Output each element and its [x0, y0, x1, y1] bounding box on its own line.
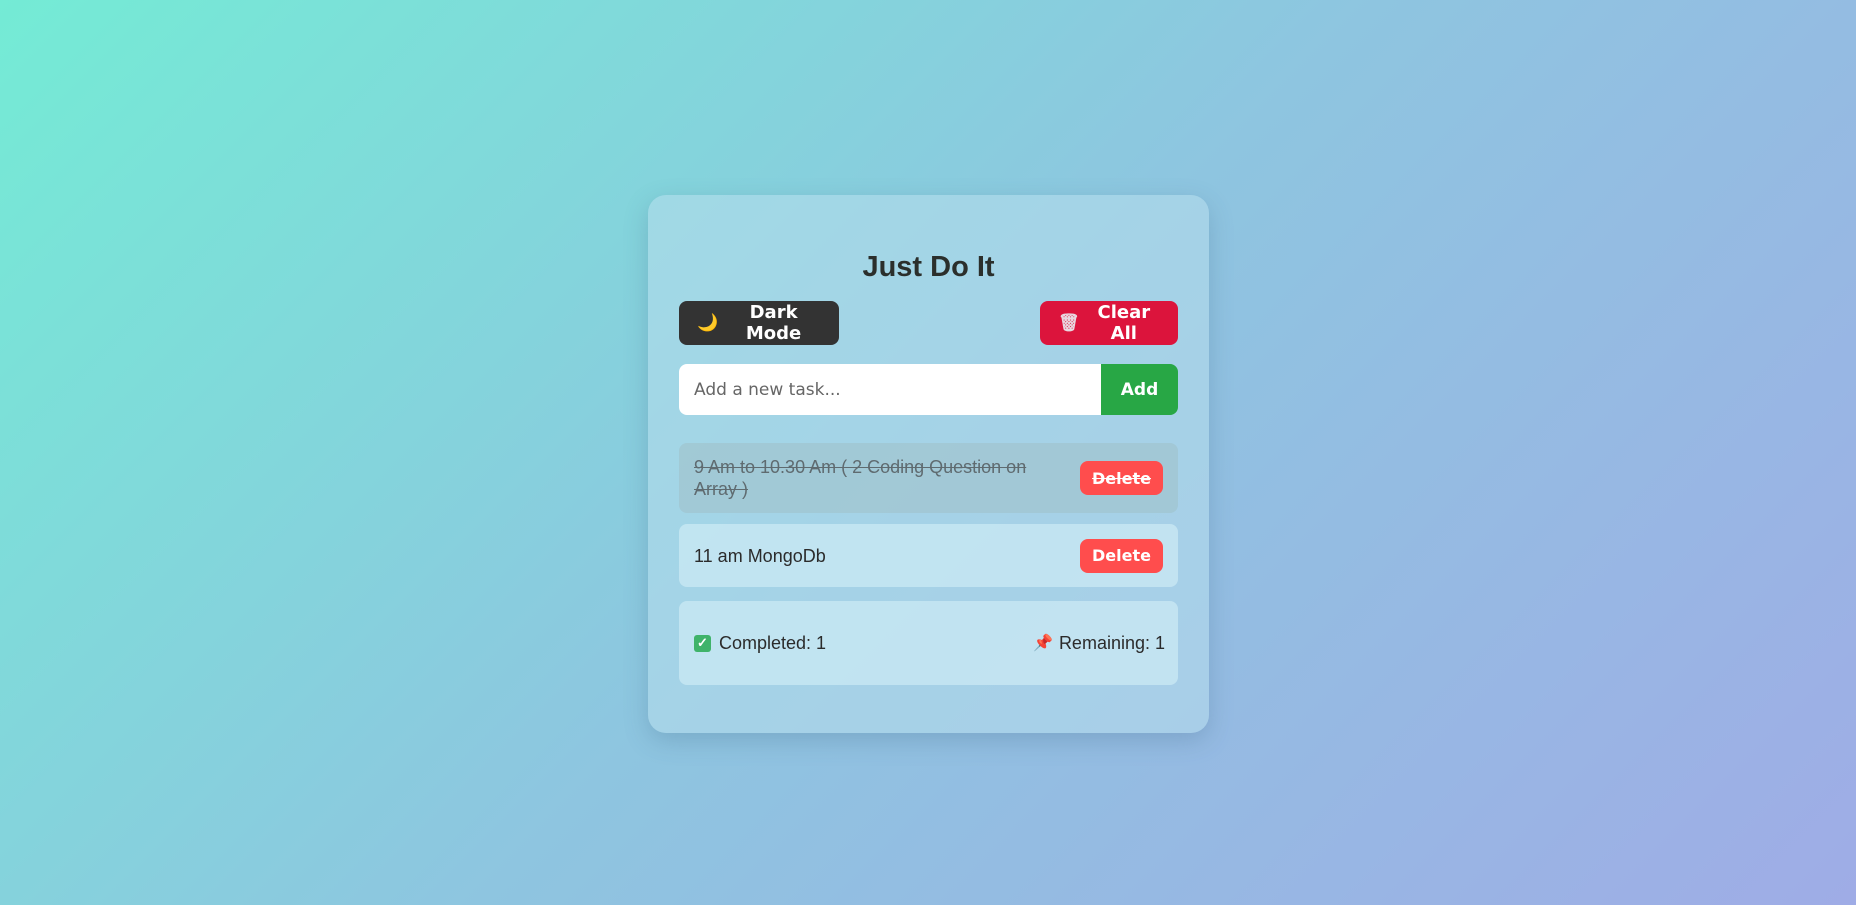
delete-task-button[interactable]: Delete	[1080, 461, 1163, 495]
new-task-input[interactable]	[679, 364, 1101, 415]
new-task-row: Add	[679, 364, 1178, 415]
moon-icon: 🌙	[697, 313, 719, 333]
dark-mode-button[interactable]: 🌙 Dark Mode	[679, 301, 839, 345]
task-list: 9 Am to 10.30 Am ( 2 Coding Question on …	[679, 443, 1178, 587]
remaining-stat: 📌 Remaining: 1	[1033, 633, 1165, 654]
clear-all-label: Clear All	[1097, 302, 1151, 344]
toolbar: 🌙 Dark Mode 🗑 Clear All	[679, 301, 1178, 345]
completed-stat: ✓ Completed: 1	[694, 633, 826, 654]
check-icon: ✓	[694, 634, 711, 652]
remaining-count: Remaining: 1	[1058, 632, 1165, 653]
task-item-completed[interactable]: 9 Am to 10.30 Am ( 2 Coding Question on …	[679, 443, 1178, 513]
task-text[interactable]: 9 Am to 10.30 Am ( 2 Coding Question on …	[694, 456, 1054, 500]
app-title: Just Do It	[862, 251, 995, 283]
todo-card: Just Do It 🌙 Dark Mode 🗑 Clear All Add 9…	[648, 195, 1209, 733]
task-text[interactable]: 11 am MongoDb	[694, 545, 826, 567]
completed-count: Completed: 1	[719, 632, 827, 653]
trash-icon: 🗑	[1058, 313, 1080, 333]
delete-task-button[interactable]: Delete	[1080, 538, 1163, 573]
clear-all-button[interactable]: 🗑 Clear All	[1040, 301, 1178, 345]
task-stats: ✓ Completed: 1 📌 Remaining: 1	[679, 601, 1178, 685]
pin-icon: 📌	[1033, 635, 1053, 652]
add-task-button[interactable]: Add	[1101, 364, 1178, 415]
dark-mode-label: Dark Mode	[745, 302, 802, 344]
task-item[interactable]: 11 am MongoDb Delete	[679, 524, 1178, 587]
